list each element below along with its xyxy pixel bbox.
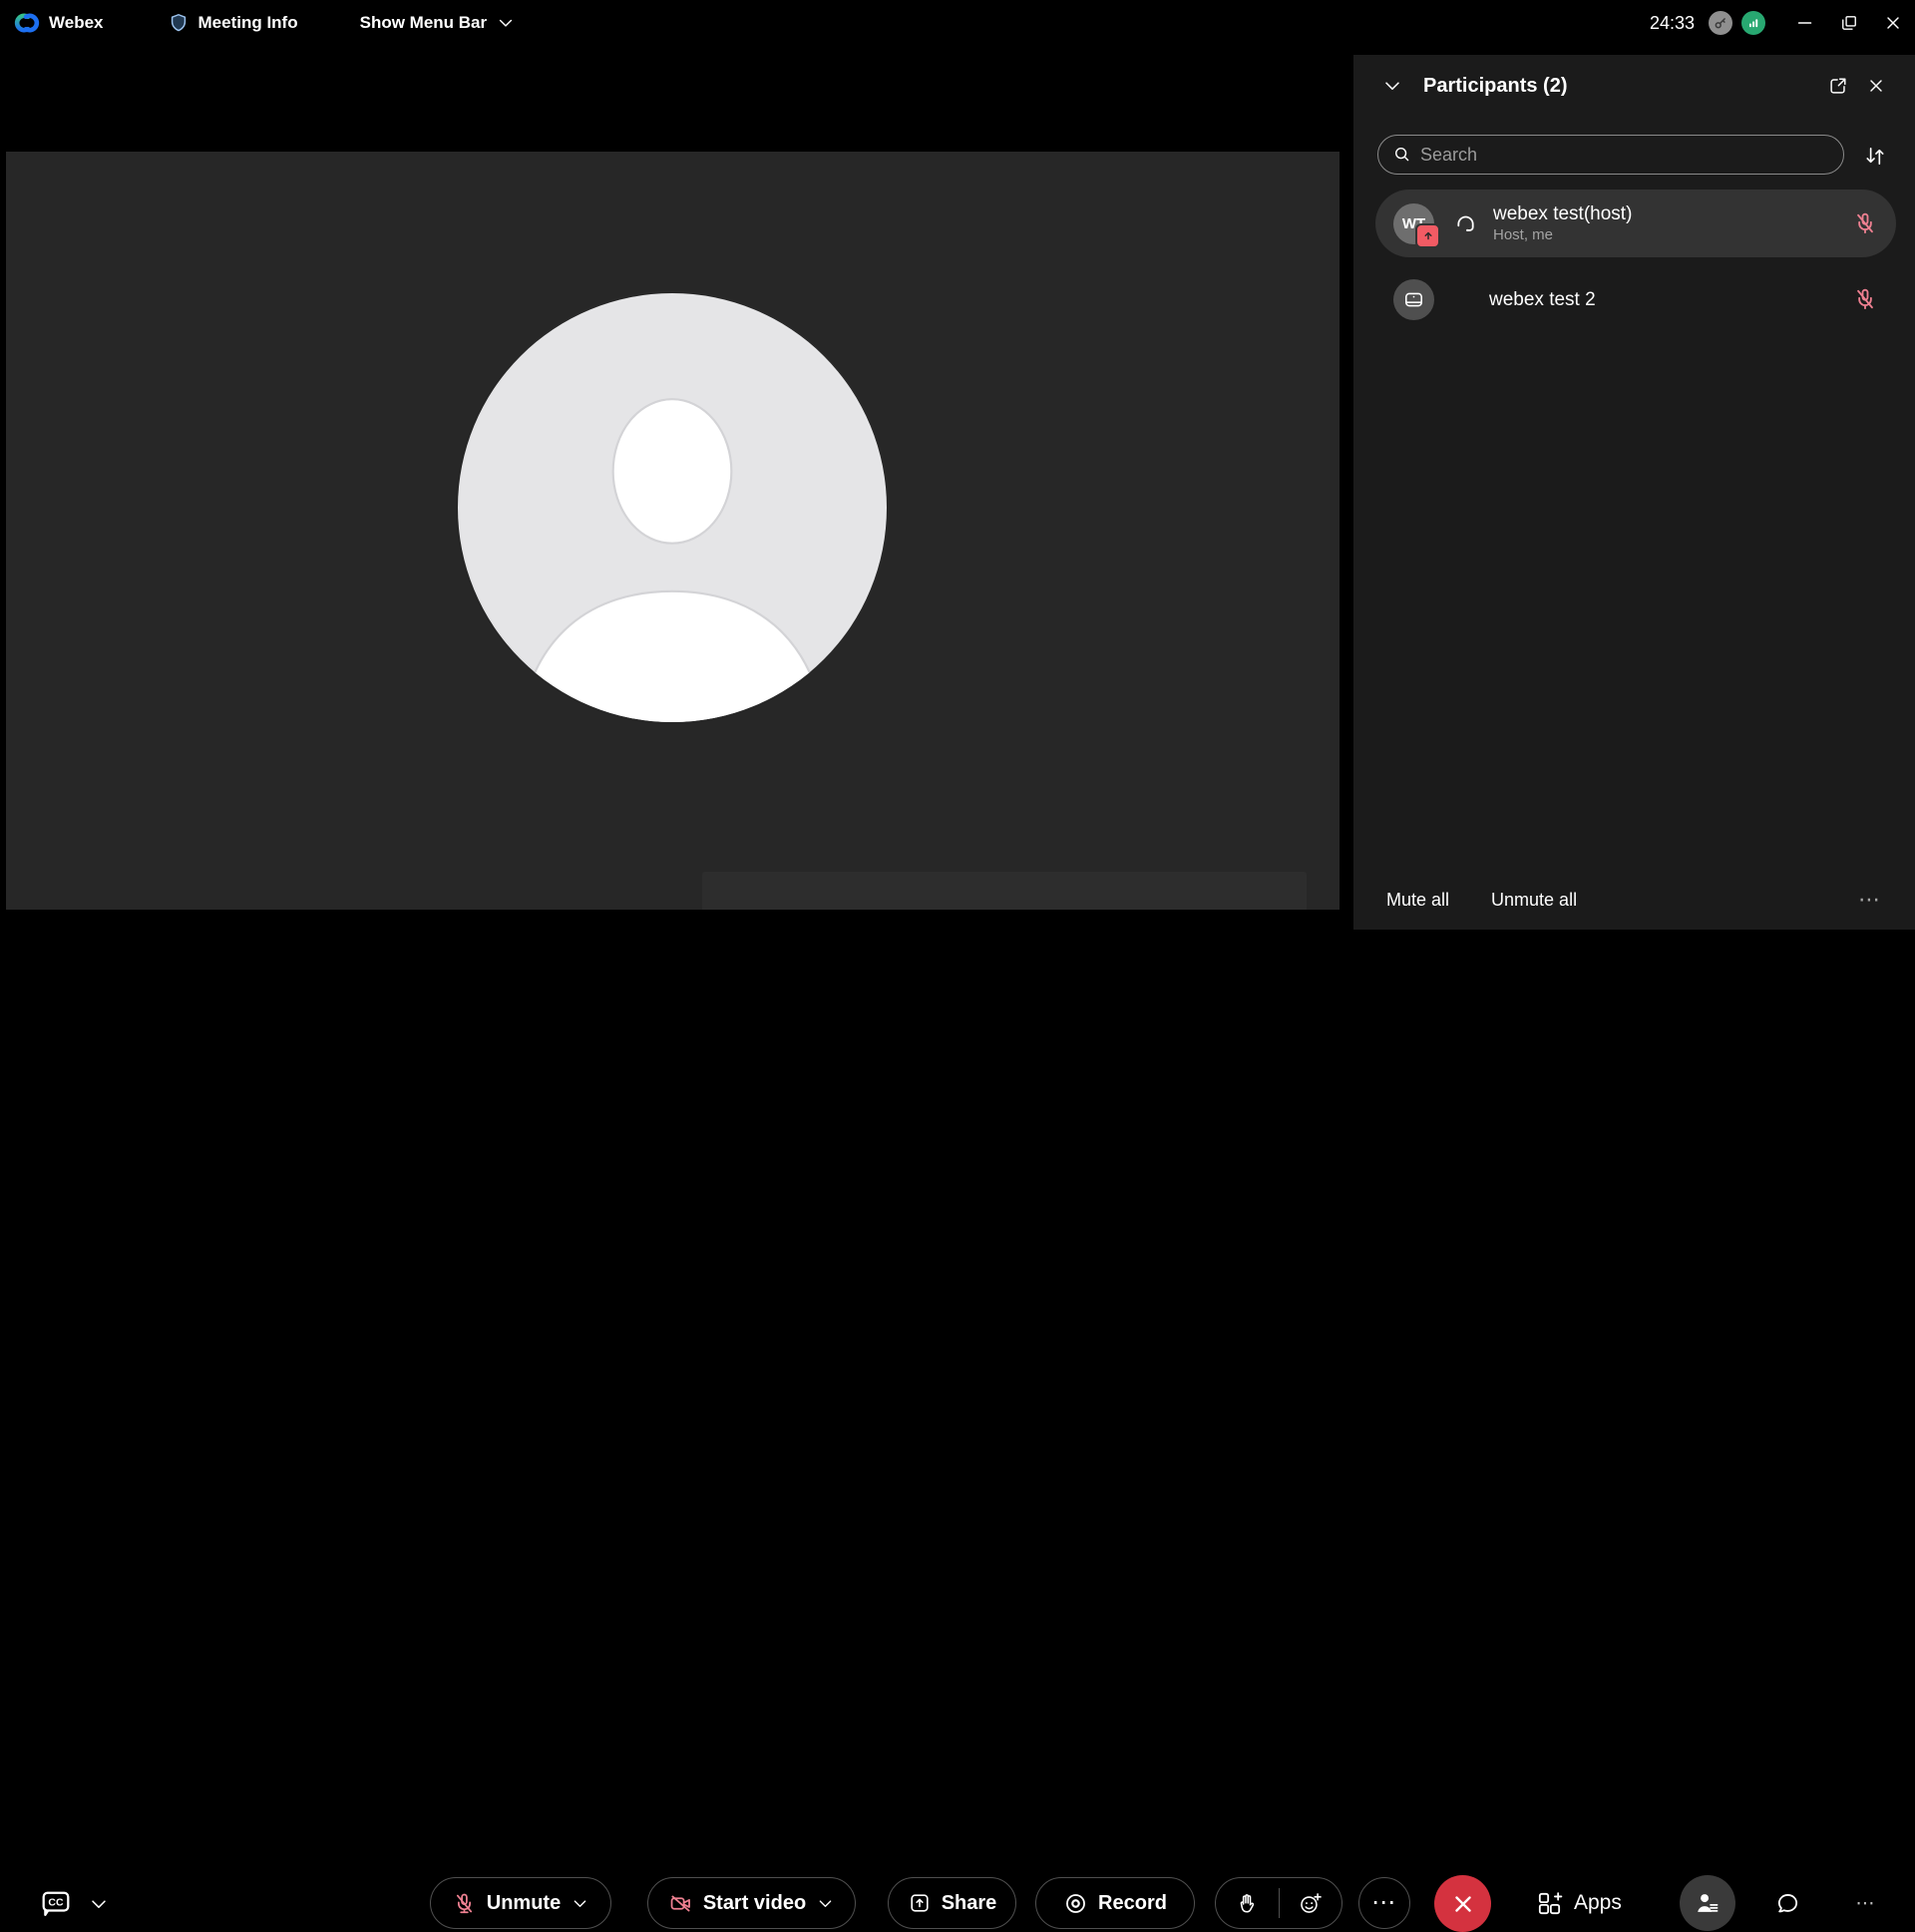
chat-button[interactable] xyxy=(1761,1877,1813,1929)
participant-row[interactable]: webex test 2 xyxy=(1375,268,1896,330)
reactions-button[interactable] xyxy=(1279,1891,1341,1916)
share-label: Share xyxy=(942,1892,997,1915)
unmute-button[interactable]: Unmute xyxy=(430,1877,611,1929)
participants-toggle-button[interactable] xyxy=(1680,1875,1735,1931)
mute-all-button[interactable]: Mute all xyxy=(1386,890,1449,911)
share-button[interactable]: Share xyxy=(888,1877,1016,1929)
share-screen-icon xyxy=(908,1891,932,1915)
participants-panel-footer: Mute all Unmute all ⋯ xyxy=(1353,878,1915,922)
meeting-timer: 24:33 xyxy=(1650,13,1695,34)
cc-label: CC xyxy=(48,1896,64,1908)
close-window-button[interactable] xyxy=(1871,0,1915,46)
overflow-more-label: ⋯ xyxy=(1856,1894,1877,1913)
search-input[interactable] xyxy=(1377,135,1844,175)
control-bar: CC Unmute Start video Share xyxy=(0,930,1915,1017)
sharing-badge-icon xyxy=(1415,223,1440,248)
chevron-down-icon xyxy=(496,13,516,33)
mic-muted-icon[interactable] xyxy=(1852,286,1878,312)
meeting-info-button[interactable]: Meeting Info xyxy=(168,12,298,34)
title-bar: Webex Meeting Info Show Menu Bar 24:33 xyxy=(0,0,1915,46)
participant-name: webex test 2 xyxy=(1489,288,1596,311)
close-x-icon xyxy=(1450,1891,1476,1917)
lock-key-indicator-icon[interactable] xyxy=(1709,11,1732,35)
panel-title: Participants (2) xyxy=(1423,75,1567,98)
device-icon xyxy=(1401,287,1426,312)
record-icon xyxy=(1063,1891,1088,1916)
unmute-all-button[interactable]: Unmute all xyxy=(1491,890,1577,911)
minimize-button[interactable] xyxy=(1783,0,1827,46)
avatar xyxy=(1393,279,1434,320)
closed-captions-button[interactable]: CC xyxy=(38,1885,74,1921)
shield-icon xyxy=(168,12,190,34)
close-panel-icon[interactable] xyxy=(1857,69,1895,103)
restore-window-button[interactable] xyxy=(1827,0,1871,46)
cc-chevron-button[interactable] xyxy=(88,1893,110,1915)
participants-panel: Participants (2) xyxy=(1353,55,1915,930)
record-label: Record xyxy=(1098,1892,1167,1915)
chat-bubble-icon xyxy=(1774,1890,1801,1917)
webex-logo-icon xyxy=(14,10,40,36)
participant-row-host[interactable]: WT webex test(host) Host, me xyxy=(1375,190,1896,257)
start-video-button[interactable]: Start video xyxy=(647,1877,856,1929)
participants-panel-header: Participants (2) xyxy=(1353,55,1915,117)
video-stage xyxy=(6,152,1340,910)
headset-icon xyxy=(1452,210,1479,237)
participants-icon xyxy=(1694,1889,1722,1917)
overflow-more-button[interactable]: ⋯ xyxy=(1840,1877,1892,1929)
panel-more-options-button[interactable]: ⋯ xyxy=(1858,887,1882,913)
camera-off-icon xyxy=(668,1891,693,1916)
search-icon xyxy=(1391,144,1412,165)
leave-meeting-button[interactable] xyxy=(1434,1875,1491,1932)
show-menu-bar-button[interactable]: Show Menu Bar xyxy=(360,13,517,33)
more-options-button[interactable]: ⋯ xyxy=(1358,1877,1410,1929)
connection-quality-icon[interactable] xyxy=(1741,11,1765,35)
webex-app-button[interactable]: Webex xyxy=(14,10,104,36)
participant-name: webex test(host) xyxy=(1493,202,1632,225)
mic-muted-icon[interactable] xyxy=(1852,210,1878,236)
show-menu-bar-label: Show Menu Bar xyxy=(360,13,488,33)
mic-muted-icon xyxy=(452,1891,477,1916)
meeting-info-label: Meeting Info xyxy=(198,13,298,33)
raise-hand-button[interactable] xyxy=(1216,1891,1279,1916)
start-video-label: Start video xyxy=(703,1892,806,1915)
emoji-plus-icon xyxy=(1298,1891,1323,1916)
participant-search xyxy=(1377,135,1844,175)
avatar: WT xyxy=(1393,203,1434,244)
record-button[interactable]: Record xyxy=(1035,1877,1195,1929)
chevron-down-icon[interactable] xyxy=(816,1894,835,1913)
chevron-down-icon[interactable] xyxy=(571,1894,589,1913)
stage-bottom-overlay xyxy=(702,872,1307,910)
apps-grid-icon xyxy=(1536,1890,1563,1917)
app-name-label: Webex xyxy=(49,13,104,33)
popout-panel-icon[interactable] xyxy=(1819,69,1857,103)
reactions-group xyxy=(1215,1877,1342,1929)
apps-button[interactable]: Apps xyxy=(1536,1877,1622,1929)
collapse-panel-chevron-icon[interactable] xyxy=(1373,69,1411,103)
unmute-label: Unmute xyxy=(487,1892,561,1915)
participant-avatar-placeholder xyxy=(458,293,887,722)
apps-label: Apps xyxy=(1574,1891,1622,1915)
sort-participants-icon[interactable] xyxy=(1854,139,1894,173)
more-options-label: ⋯ xyxy=(1371,1891,1397,1915)
participant-role: Host, me xyxy=(1493,225,1632,244)
raised-hand-icon xyxy=(1235,1891,1260,1916)
